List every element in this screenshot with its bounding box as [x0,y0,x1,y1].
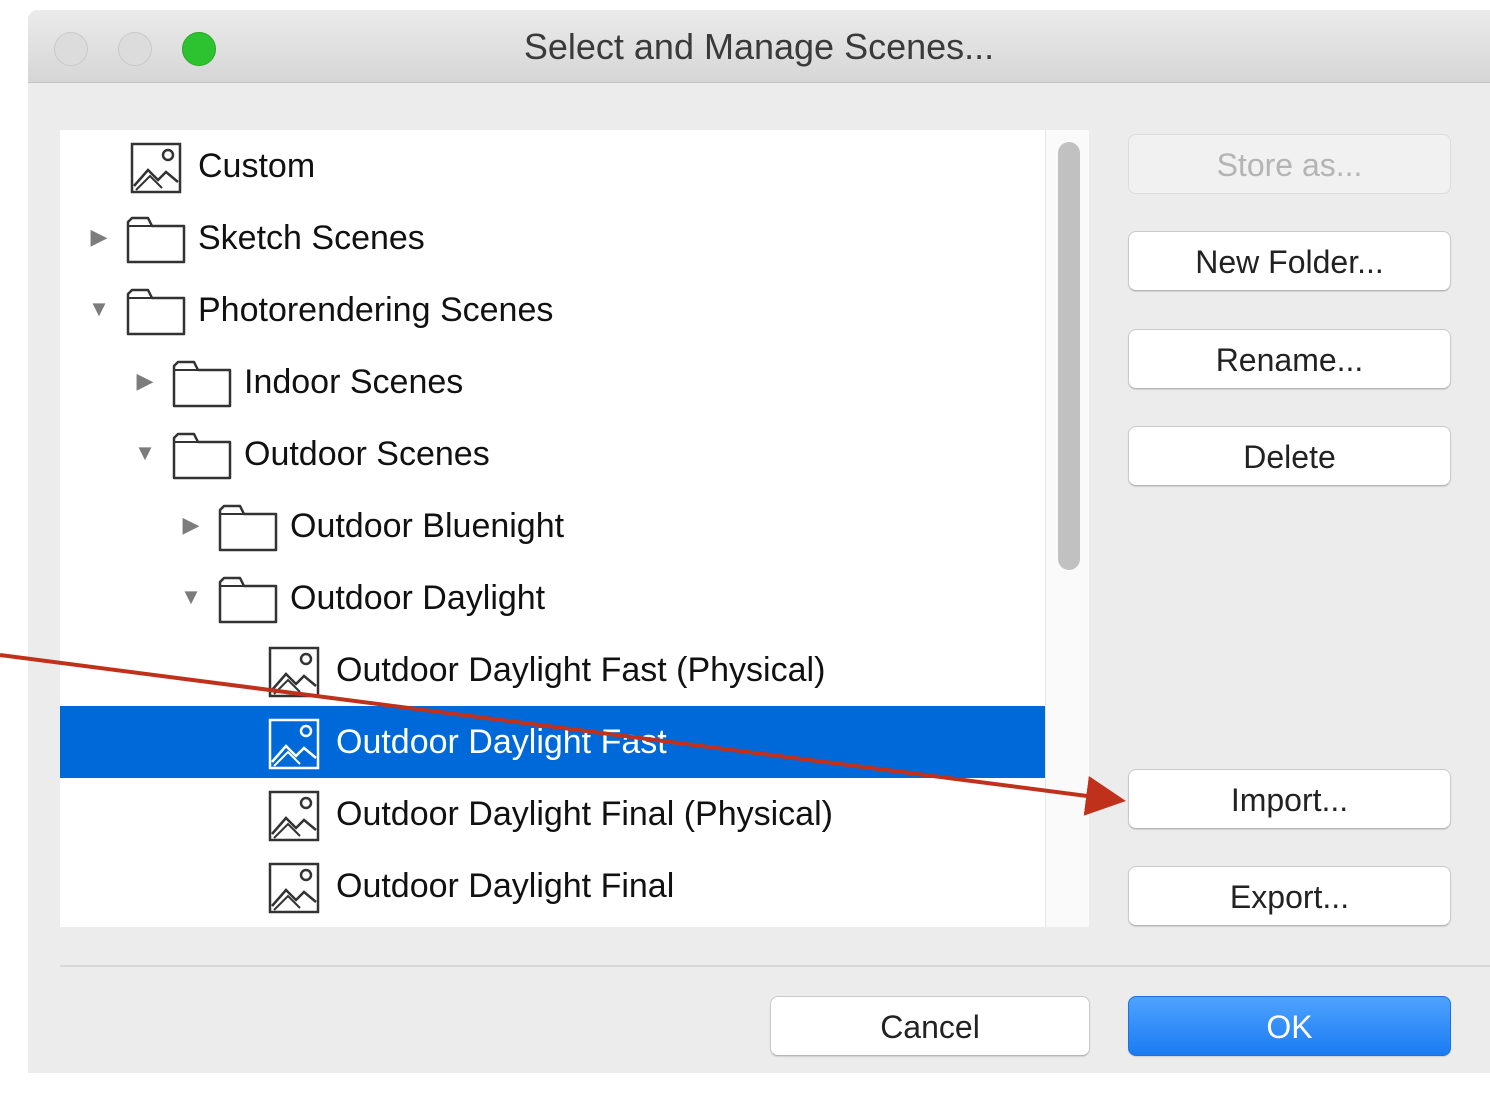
triangle-down-icon[interactable]: ▼ [86,296,112,322]
landscape-image-icon [268,718,320,775]
window-title: Select and Manage Scenes... [523,26,995,67]
triangle-right-icon[interactable]: ▶ [86,224,112,250]
title-bar: Select and Manage Scenes... [28,10,1490,83]
folder-icon [126,286,186,341]
landscape-image-icon [268,790,320,847]
triangle-right-icon[interactable]: ▶ [132,368,158,394]
tree-folder-row[interactable]: ▼ Outdoor Scenes [60,418,1045,490]
tree-item-label: Outdoor Daylight [290,579,546,617]
delete-button[interactable]: Delete [1128,426,1451,486]
dialog-window: Select and Manage Scenes... Custom ▶ Sketc… [28,10,1490,1073]
triangle-down-icon[interactable]: ▼ [132,440,158,466]
tree-scene-row[interactable]: Custom [60,130,1045,202]
tree-item-label: Outdoor Scenes [244,435,490,473]
tree-scene-row[interactable]: Outdoor Daylight Fast [60,706,1045,778]
scrollbar-thumb[interactable] [1058,142,1080,570]
folder-icon [218,502,278,557]
tree-folder-row[interactable]: ▼ Photorendering Scenes [60,274,1045,346]
tree-item-label: Outdoor Daylight Final (Physical) [336,795,833,833]
tree-scene-row[interactable]: Outdoor Daylight Final [60,850,1045,922]
tree-folder-row[interactable]: ▼ Outdoor Daylight [60,562,1045,634]
folder-icon [126,214,186,269]
landscape-image-icon [268,862,320,919]
triangle-right-icon[interactable]: ▶ [178,512,204,538]
store-as-button[interactable]: Store as... [1128,134,1451,194]
footer-divider [60,965,1490,967]
tree-folder-row[interactable]: ▶ Outdoor Bluenight [60,490,1045,562]
landscape-image-icon [268,646,320,703]
folder-icon [172,358,232,413]
scene-tree-list[interactable]: Custom ▶ Sketch Scenes ▼ Photorendering Scen… [60,130,1089,927]
vertical-scrollbar[interactable] [1045,130,1089,927]
tree-folder-row[interactable]: ▶ Indoor Scenes [60,346,1045,418]
landscape-image-icon [130,142,182,199]
rename-button[interactable]: Rename... [1128,329,1451,389]
tree-folder-row[interactable]: ▶ Sketch Scenes [60,202,1045,274]
tree-item-label: Outdoor Daylight Final [336,867,675,905]
export-button[interactable]: Export... [1128,866,1451,926]
folder-icon [172,430,232,485]
tree-item-label: Outdoor Daylight Fast (Physical) [336,651,826,689]
triangle-down-icon[interactable]: ▼ [178,584,204,610]
tree-scene-row[interactable]: Outdoor Daylight Fast (Physical) [60,634,1045,706]
tree-item-label: Outdoor Bluenight [290,507,565,545]
folder-icon [218,574,278,629]
tree-item-label: Photorendering Scenes [198,291,554,329]
tree-item-label: Custom [198,147,316,185]
tree-item-label: Sketch Scenes [198,219,425,257]
ok-button[interactable]: OK [1128,996,1451,1056]
tree-scene-row[interactable]: Outdoor Daylight Final (Physical) [60,778,1045,850]
cancel-button[interactable]: Cancel [770,996,1090,1056]
tree-item-label: Indoor Scenes [244,363,464,401]
new-folder-button[interactable]: New Folder... [1128,231,1451,291]
import-button[interactable]: Import... [1128,769,1451,829]
tree-item-label: Outdoor Daylight Fast [336,723,667,761]
